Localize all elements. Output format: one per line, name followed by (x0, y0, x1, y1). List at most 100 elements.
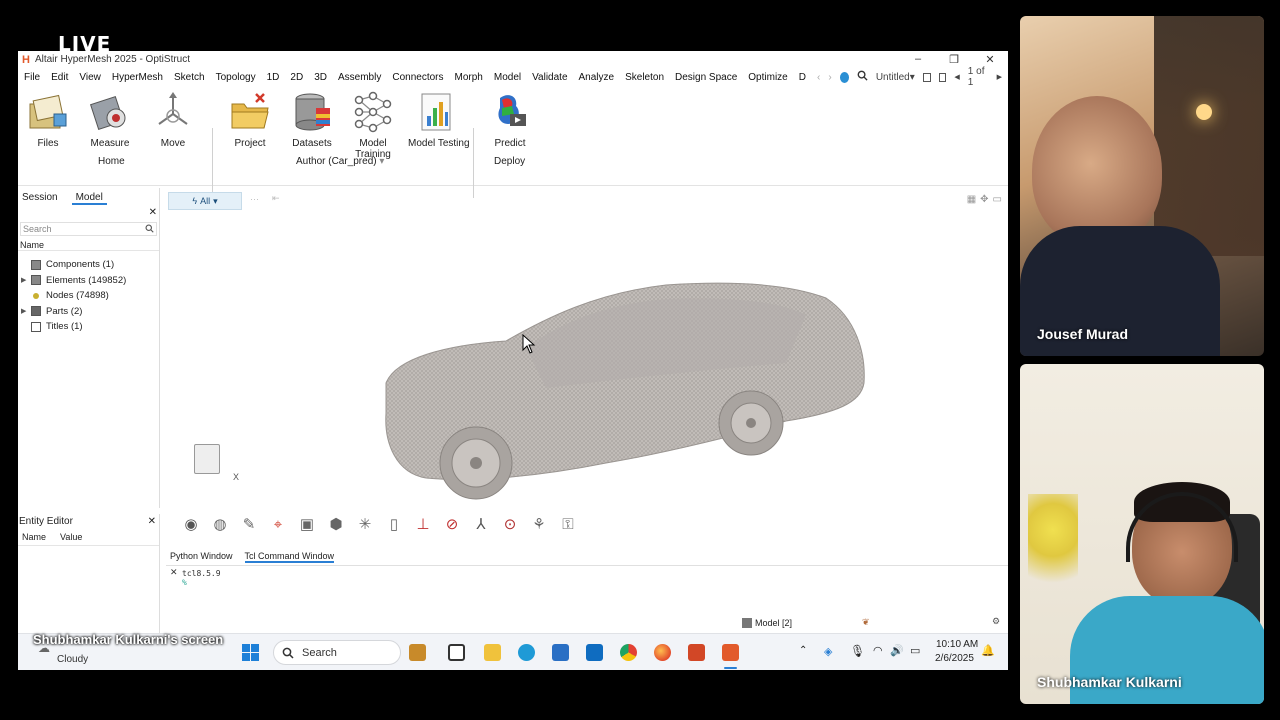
menu-morph[interactable]: Morph (455, 72, 483, 83)
expand-arrow-icon[interactable]: ▶ (21, 276, 31, 284)
no-entry-icon[interactable]: ⊘ (441, 513, 463, 535)
close-button[interactable]: ✕ (972, 53, 1008, 66)
tree-row-titles[interactable]: Titles (1) (18, 319, 159, 335)
menu-file[interactable]: File (24, 72, 40, 83)
menu-sketch[interactable]: Sketch (174, 72, 205, 83)
wifi-icon[interactable]: ◠ (873, 644, 883, 657)
outlook-icon[interactable] (586, 644, 603, 661)
console-close-icon[interactable]: ✕ (170, 568, 178, 578)
chevron-right-icon[interactable]: › (828, 72, 831, 83)
menu-design-space[interactable]: Design Space (675, 72, 737, 83)
new-page-icon[interactable] (922, 72, 931, 82)
hypermesh-taskbar-icon[interactable] (722, 644, 739, 661)
menu-analyze[interactable]: Analyze (579, 72, 615, 83)
select-icon[interactable]: ⌖ (267, 513, 289, 535)
chrome-icon[interactable] (620, 644, 637, 661)
menu-edit[interactable]: Edit (51, 72, 68, 83)
predict-tool[interactable]: Predict (488, 90, 532, 149)
model-testing-tool[interactable]: Model Testing (408, 90, 470, 149)
briefcase-app-icon[interactable] (409, 644, 426, 661)
search-icon[interactable] (857, 70, 868, 84)
tab-python-window[interactable]: Python Window (170, 551, 233, 563)
cut-icon[interactable]: ⊥ (412, 513, 434, 535)
file-explorer-icon[interactable] (484, 644, 501, 661)
section-icon[interactable]: ▯ (383, 513, 405, 535)
layout-icon[interactable]: ▦ (967, 194, 976, 205)
menu-1d[interactable]: 1D (267, 72, 280, 83)
menu-topology[interactable]: Topology (216, 72, 256, 83)
notification-bell-icon[interactable]: 🔔 (981, 644, 995, 657)
menu-assembly[interactable]: Assembly (338, 72, 381, 83)
pan-icon[interactable]: ✥ (980, 194, 988, 205)
panel-close-icon[interactable]: ✕ (18, 207, 159, 218)
tree-row-nodes[interactable]: Nodes (74898) (18, 288, 159, 304)
selection-filter-button[interactable]: ϟ All ▾ (168, 192, 242, 210)
tcl-console[interactable]: ✕ tcl8.5.9 % (166, 565, 1008, 615)
expand-arrow-icon[interactable]: ▶ (21, 307, 31, 315)
task-view-icon[interactable] (448, 644, 465, 661)
transform-icon[interactable]: ✳ (354, 513, 376, 535)
move-tool[interactable]: Move (151, 90, 195, 149)
store-icon[interactable] (552, 644, 569, 661)
collapse-icon[interactable]: ⇤ (272, 193, 280, 204)
more-options-icon[interactable]: ··· (250, 194, 259, 204)
sync-icon[interactable] (839, 71, 849, 83)
tree-row-parts[interactable]: ▶ Parts (2) (18, 304, 159, 320)
globe-icon[interactable]: ◍ (209, 513, 231, 535)
maximize-view-icon[interactable]: ▭ (993, 194, 1002, 205)
copy-page-icon[interactable] (938, 72, 947, 82)
fish-icon[interactable]: ⚘ (528, 513, 550, 535)
model-training-tool[interactable]: Model Training (351, 90, 395, 160)
menu-connectors[interactable]: Connectors (392, 72, 443, 83)
microphone-icon[interactable]: 🎙 (850, 644, 865, 658)
battery-icon[interactable]: ▭ (910, 644, 920, 657)
project-tool[interactable]: Project (228, 90, 272, 149)
doc-title-dropdown[interactable]: Untitled▾ (876, 72, 915, 83)
prev-page-icon[interactable]: ◀ (954, 73, 959, 81)
cubes-icon[interactable]: ⬢ (325, 513, 347, 535)
graphics-viewport[interactable]: ϟ All ▾ ··· ⇤ ▦ ✥ ▭ X (166, 188, 1008, 550)
menu-hypermesh[interactable]: HyperMesh (112, 72, 163, 83)
participant-tile-jousef[interactable]: Jousef Murad (1020, 16, 1264, 356)
menu-optimize[interactable]: Optimize (748, 72, 787, 83)
menu-model[interactable]: Model (494, 72, 521, 83)
measure-tool[interactable]: Measure (88, 90, 132, 149)
axis-icon[interactable]: ⅄ (470, 513, 492, 535)
tray-chevron-up-icon[interactable]: ⌃ (799, 645, 807, 656)
menu-overflow[interactable]: D (799, 72, 806, 83)
tab-session[interactable]: Session (22, 192, 58, 205)
windows-start-icon[interactable] (242, 644, 259, 664)
model-search-input[interactable]: Search (20, 222, 157, 236)
pen-icon[interactable]: ✎ (238, 513, 260, 535)
maximize-button[interactable]: ❐ (936, 53, 972, 66)
tree-row-elements[interactable]: ▶ Elements (149852) (18, 273, 159, 289)
author-dropdown-caret-icon[interactable]: ▾ (379, 156, 384, 167)
entity-editor-close-icon[interactable]: ✕ (148, 516, 156, 527)
menu-3d[interactable]: 3D (314, 72, 327, 83)
files-tool[interactable]: Files (26, 90, 70, 149)
lock-icon[interactable]: ⚿ (557, 513, 579, 535)
settings-icon[interactable]: ⚙ (992, 616, 1000, 627)
chevron-left-icon[interactable]: ‹ (817, 72, 820, 83)
taskbar-search[interactable]: Search (273, 640, 401, 665)
volume-icon[interactable]: 🔊 (890, 644, 904, 657)
next-page-icon[interactable]: ▶ (997, 73, 1002, 81)
zoom-icon[interactable]: ⊙ (499, 513, 521, 535)
minimize-button[interactable]: – (900, 53, 936, 66)
tab-tcl-command-window[interactable]: Tcl Command Window (244, 551, 335, 563)
edge-browser-icon[interactable] (518, 644, 535, 661)
menu-view[interactable]: View (79, 72, 101, 83)
firefox-icon[interactable] (654, 644, 671, 661)
clock-time[interactable]: 10:10 AM (936, 639, 978, 650)
isolate-icon[interactable]: ▣ (296, 513, 318, 535)
menu-2d[interactable]: 2D (290, 72, 303, 83)
menu-skeleton[interactable]: Skeleton (625, 72, 664, 83)
tray-app-icon[interactable]: ◈ (824, 645, 832, 658)
powerpoint-icon[interactable] (688, 644, 705, 661)
participant-tile-shubhamkar[interactable]: Shubhamkar Kulkarni (1020, 364, 1264, 704)
clock-date[interactable]: 2/6/2025 (935, 653, 974, 664)
tree-row-components[interactable]: Components (1) (18, 257, 159, 273)
tab-model[interactable]: Model (71, 192, 107, 205)
datasets-tool[interactable]: Datasets (290, 90, 334, 149)
visibility-icon[interactable]: ◉ (180, 513, 202, 535)
